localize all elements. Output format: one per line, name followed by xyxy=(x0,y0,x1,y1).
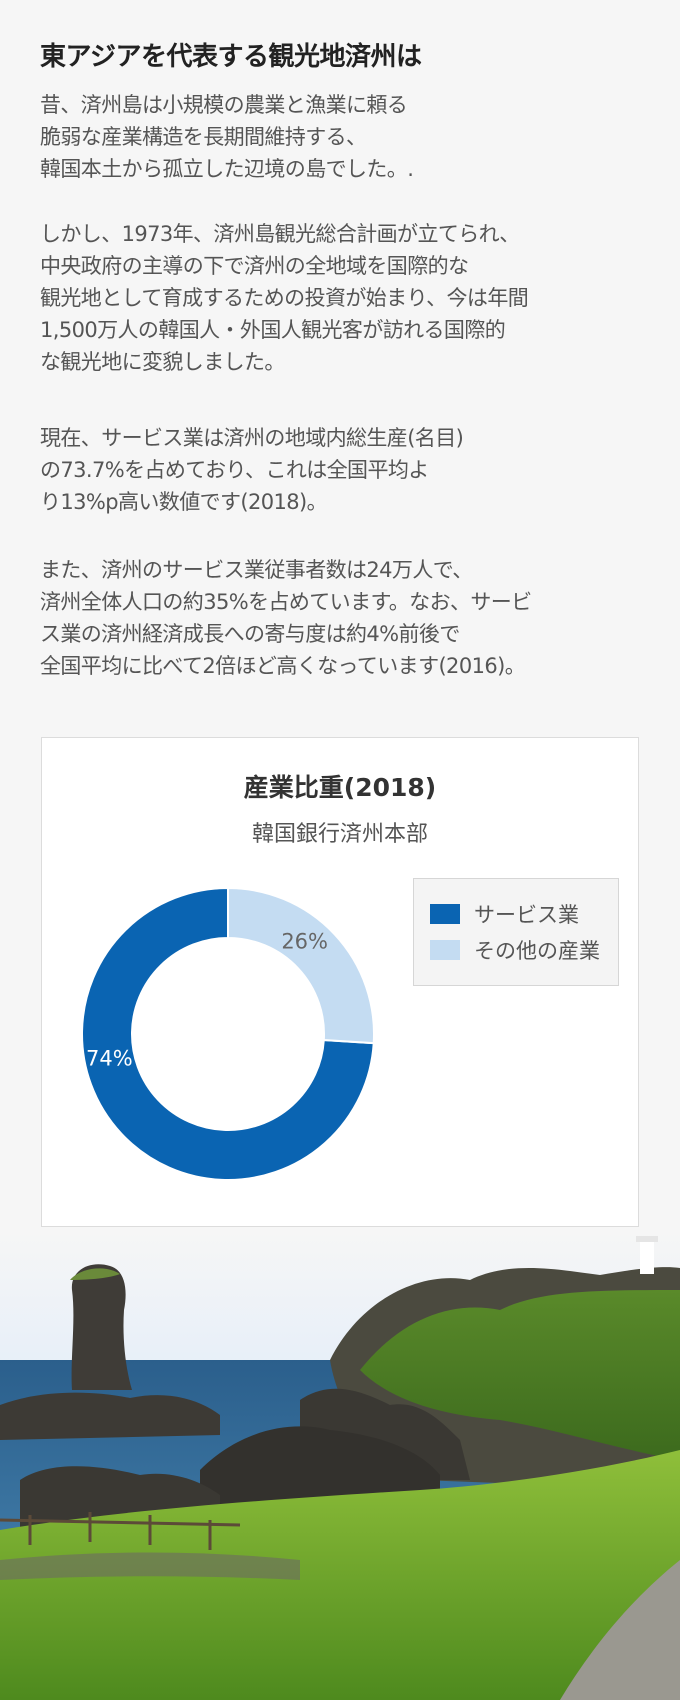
chart-subtitle: 韓国銀行済州本部 xyxy=(251,822,428,847)
chart-title: 産業比重(2018) xyxy=(243,773,437,802)
chart-legend: サービス業 その他の産業 xyxy=(413,878,619,986)
paragraph-2: しかし、1973年、済州島観光総合計画が立てられ、 中央政府の主導の下で済州の全… xyxy=(40,218,650,378)
legend-label: その他の産業 xyxy=(474,939,600,963)
paragraph-line: 全国平均に比べて2倍ほど高くなっています(2016)。 xyxy=(40,654,526,678)
paragraph-line: ス業の済州経済成長への寄与度は約4%前後で xyxy=(40,622,460,646)
paragraph-line: 現在、サービス業は済州の地域内総生産(名目) xyxy=(40,426,464,450)
paragraph-line: 1,500万人の韓国人・外国人観光客が訪れる国際的 xyxy=(40,318,506,342)
page-title: 東アジアを代表する観光地済州は xyxy=(40,42,422,72)
paragraph-line: 脆弱な産業構造を長期間維持する、 xyxy=(40,125,367,149)
paragraph-line: 中央政府の主導の下で済州の全地域を国際的な xyxy=(40,254,469,278)
paragraph-line: り13%p高い数値です(2018)。 xyxy=(40,490,328,514)
paragraph-line: 昔、済州島は小規模の農業と漁業に頼る xyxy=(40,93,408,117)
data-label-other: 26% xyxy=(281,929,328,953)
paragraph-line: しかし、1973年、済州島観光総合計画が立てられ、 xyxy=(40,222,520,246)
donut-chart: 74% 26% xyxy=(81,886,375,1181)
paragraph-line: な観光地に変貌しました。 xyxy=(40,350,285,374)
legend-swatch xyxy=(430,940,460,960)
paragraph-line: の73.7%を占めており、これは全国平均よ xyxy=(40,458,429,482)
paragraph-4: また、済州のサービス業従事者数は24万人で、 済州全体人口の約35%を占めていま… xyxy=(40,554,650,682)
legend-label: サービス業 xyxy=(474,903,579,927)
paragraph-3: 現在、サービス業は済州の地域内総生産(名目) の73.7%を占めており、これは全… xyxy=(40,422,650,518)
legend-item-other: その他の産業 xyxy=(430,936,600,964)
paragraph-line: 韓国本土から孤立した辺境の島でした。. xyxy=(40,157,414,181)
paragraph-1: 昔、済州島は小規模の農業と漁業に頼る 脆弱な産業構造を長期間維持する、 韓国本土… xyxy=(40,89,650,185)
paragraph-line: 済州全体人口の約35%を占めています。なお、サービ xyxy=(40,590,532,614)
donut-slice-other xyxy=(227,886,375,1045)
legend-swatch xyxy=(430,904,460,924)
data-label-service: 74% xyxy=(86,1047,133,1071)
paragraph-line: また、済州のサービス業従事者数は24万人で、 xyxy=(40,558,473,582)
paragraph-line: 観光地として育成するための投資が始まり、今は年間 xyxy=(40,286,529,310)
coastal-landscape-photo xyxy=(0,1230,680,1700)
legend-item-service: サービス業 xyxy=(430,900,579,928)
page: 東アジアを代表する観光地済州は 昔、済州島は小規模の農業と漁業に頼る 脆弱な産業… xyxy=(0,0,680,1700)
chart-card: 産業比重(2018) 韓国銀行済州本部 74% 26% サービス業 その他の産業 xyxy=(41,737,639,1227)
